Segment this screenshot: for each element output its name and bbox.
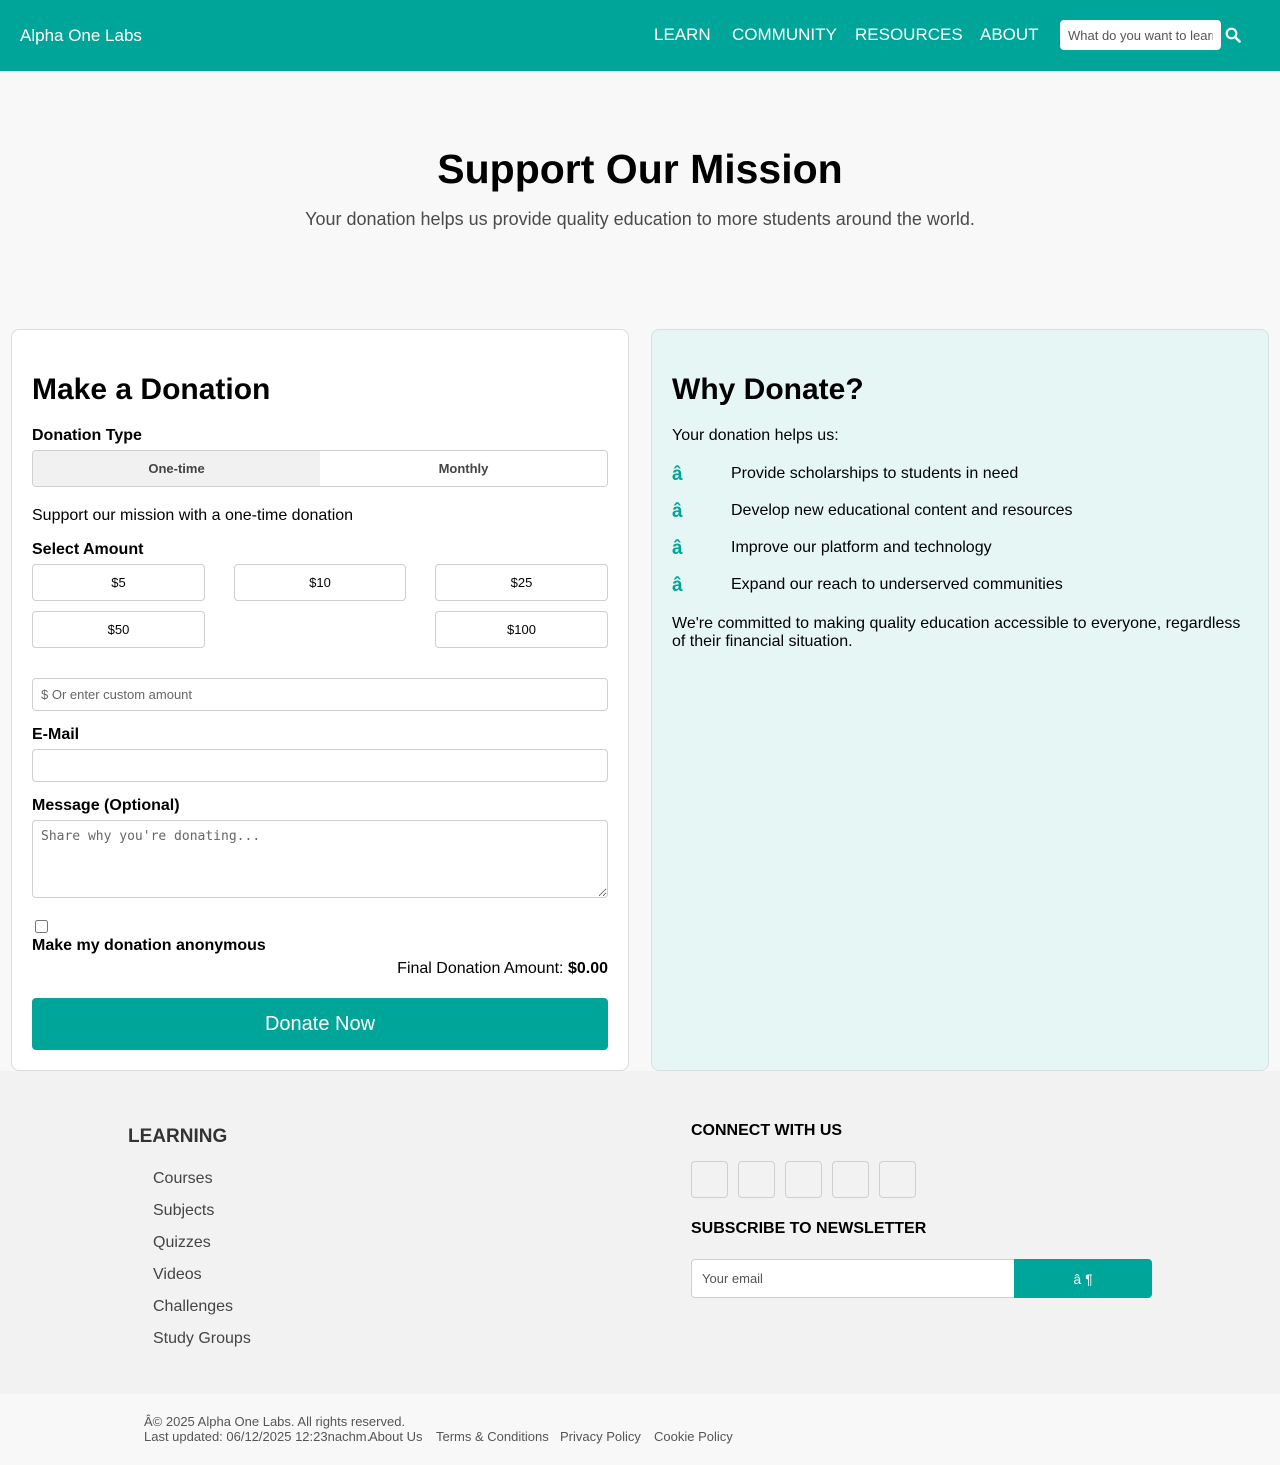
- list-bullet-icon: â: [672, 575, 683, 596]
- list-bullet-icon: â: [672, 464, 683, 485]
- social-link-3[interactable]: [785, 1161, 822, 1198]
- why-donate-title: Why Donate?: [672, 373, 864, 406]
- page-title: Support Our Mission: [437, 146, 843, 192]
- list-bullet-icon: â: [672, 538, 683, 559]
- final-donation-amount: Final Donation Amount: $0.00: [32, 960, 608, 978]
- search-icon[interactable]: [1225, 27, 1241, 43]
- brand-logo-link[interactable]: Alpha One Labs: [20, 26, 142, 46]
- copyright: Â© 2025 Alpha One Labs. All rights reser…: [144, 1414, 406, 1429]
- why-donate-item: Expand our reach to underserved communit…: [731, 576, 1063, 593]
- nav-learn[interactable]: LEARN: [654, 25, 711, 45]
- social-link-1[interactable]: [691, 1161, 728, 1198]
- select-amount-label: Select Amount: [32, 541, 144, 558]
- final-amount-label: Final Donation Amount:: [397, 960, 564, 977]
- nav-community[interactable]: COMMUNITY: [732, 25, 837, 45]
- social-link-4[interactable]: [832, 1161, 869, 1198]
- donation-type-toggle: One-time Monthly: [32, 450, 608, 487]
- page-subtitle: Your donation helps us provide quality e…: [305, 209, 975, 229]
- footer-link-study-groups[interactable]: Study Groups: [153, 1330, 251, 1348]
- bottom-link-cookie[interactable]: Cookie Policy: [654, 1429, 733, 1444]
- final-amount-value: $0.00: [567, 960, 608, 977]
- footer-link-challenges[interactable]: Challenges: [153, 1298, 233, 1316]
- email-label: E-Mail: [32, 726, 80, 743]
- email-field[interactable]: [32, 749, 608, 782]
- footer-link-courses[interactable]: Courses: [153, 1170, 213, 1188]
- footer-link-videos[interactable]: Videos: [153, 1266, 202, 1284]
- last-updated: Last updated: 06/12/2025 12:23nachm.: [144, 1429, 371, 1444]
- why-donate-item: Improve our platform and technology: [731, 539, 992, 556]
- anonymous-checkbox[interactable]: [35, 920, 48, 933]
- bottom-link-privacy[interactable]: Privacy Policy: [560, 1429, 641, 1444]
- social-link-2[interactable]: [738, 1161, 775, 1198]
- nav-resources[interactable]: RESOURCES: [855, 25, 963, 45]
- footer-link-subjects[interactable]: Subjects: [153, 1202, 214, 1220]
- connect-title: CONNECT WITH US: [691, 1122, 843, 1139]
- top-navbar: Alpha One Labs LEARN COMMUNITY RESOURCES…: [0, 0, 1280, 71]
- custom-amount-input[interactable]: [32, 678, 608, 711]
- why-donate-item: Develop new educational content and reso…: [731, 502, 1073, 519]
- message-label: Message (Optional): [32, 797, 180, 814]
- newsletter-title: SUBSCRIBE TO NEWSLETTER: [691, 1220, 927, 1237]
- amount-100-button[interactable]: $100: [435, 611, 608, 648]
- newsletter-subscribe-button[interactable]: â ¶: [1014, 1259, 1152, 1298]
- footer-link-quizzes[interactable]: Quizzes: [153, 1234, 211, 1252]
- donation-form-title: Make a Donation: [32, 373, 271, 406]
- one-time-button[interactable]: One-time: [33, 451, 320, 486]
- amount-50-button[interactable]: $50: [32, 611, 205, 648]
- amount-25-button[interactable]: $25: [435, 564, 608, 601]
- social-link-5[interactable]: [879, 1161, 916, 1198]
- anonymous-label: Make my donation anonymous: [32, 937, 266, 954]
- message-textarea[interactable]: [32, 820, 608, 898]
- donate-now-button[interactable]: Donate Now: [32, 998, 608, 1050]
- bottom-link-about-us[interactable]: About Us: [369, 1429, 422, 1444]
- newsletter-email-input[interactable]: [691, 1259, 1015, 1298]
- amount-5-button[interactable]: $5: [32, 564, 205, 601]
- list-bullet-icon: â: [672, 501, 683, 522]
- footer-learning-title: LEARNING: [128, 1126, 228, 1147]
- bottom-link-terms[interactable]: Terms & Conditions: [436, 1429, 549, 1444]
- nav-about[interactable]: ABOUT: [980, 25, 1039, 45]
- donation-type-description: Support our mission with a one-time dona…: [32, 507, 354, 524]
- donation-type-label: Donation Type: [32, 427, 142, 444]
- search-input[interactable]: [1060, 20, 1221, 50]
- amount-10-button[interactable]: $10: [234, 564, 406, 601]
- why-donate-intro: Your donation helps us:: [672, 427, 839, 444]
- monthly-button[interactable]: Monthly: [320, 451, 607, 486]
- why-donate-item: Provide scholarships to students in need: [731, 465, 1019, 482]
- why-donate-closing: We're committed to making quality educat…: [672, 615, 1241, 650]
